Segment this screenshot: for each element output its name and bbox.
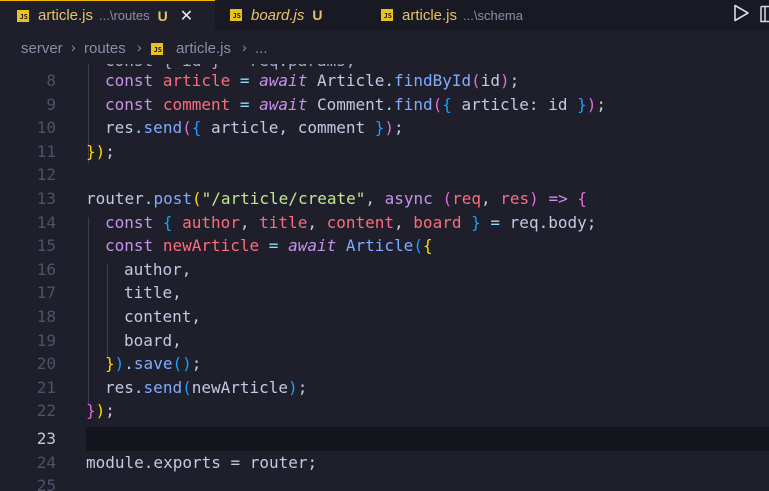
tab-status-untracked: U (312, 7, 323, 23)
tab-status-untracked: U (157, 7, 168, 24)
line-number: 18 (36, 307, 56, 326)
code-line: 24 module.exports = router; (0, 451, 769, 475)
line-number: 11 (36, 141, 56, 161)
tab-article-routes[interactable]: JS article.js ...\routes U ✕ (0, 0, 215, 30)
line-number: 12 (36, 165, 56, 185)
tab-bar: JS article.js ...\routes U ✕ JS board.js… (0, 0, 769, 30)
run-icon[interactable] (733, 4, 750, 22)
code-text: const newArticle = await Article({ (105, 236, 433, 256)
code-line: 21 res.send(newArticle); (0, 376, 769, 400)
breadcrumb-separator: › (71, 39, 76, 55)
code-line: 18 content, (0, 305, 769, 329)
code-line: 11 }); (0, 140, 769, 164)
breadcrumb-separator: › (137, 39, 142, 55)
line-number: 20 (36, 354, 56, 374)
code-text: }).save(); (105, 354, 202, 374)
code-line: 10 res.send({ article, comment }); (0, 116, 769, 140)
breadcrumb-symbol[interactable]: ... (255, 40, 268, 57)
breadcrumb-routes[interactable]: routes (84, 40, 126, 57)
code-line: 22 }); (0, 399, 769, 423)
tab-board[interactable]: JS board.js U (230, 0, 323, 30)
code-text: res.send(newArticle); (105, 377, 308, 397)
line-number: 15 (36, 236, 56, 256)
tab-label: article.js (402, 6, 458, 24)
current-line-highlight: 23 (0, 427, 769, 451)
line-number: 19 (36, 330, 56, 350)
code-text: title, (124, 283, 182, 303)
code-text: res.send({ article, comment }); (105, 118, 404, 138)
code-text: router.post("/article/create", async (re… (86, 189, 587, 208)
code-line: 9 const comment = await Comment.find({ a… (0, 93, 769, 117)
line-number: 21 (36, 377, 56, 397)
line-number: 22 (36, 401, 56, 421)
breadcrumb-file[interactable]: article.js (176, 40, 231, 57)
close-icon[interactable]: ✕ (180, 6, 193, 26)
code-line: 16 author, (0, 258, 769, 282)
split-editor-icon[interactable] (760, 5, 769, 23)
code-line: 13 router.post("/article/create", async … (0, 187, 769, 211)
tab-path: ...\routes (99, 8, 150, 23)
line-highlight (86, 427, 769, 451)
line-number: 17 (36, 283, 56, 303)
javascript-file-icon: JS (230, 9, 242, 21)
tab-path: ...\schema (463, 7, 523, 23)
breadcrumb: server › routes › JS article.js › ... (0, 30, 769, 64)
line-number: 25 (36, 476, 56, 491)
code-line: 19 board, (0, 329, 769, 353)
line-number: 24 (36, 452, 56, 472)
code-text: module.exports = router; (86, 452, 318, 472)
breadcrumb-server[interactable]: server (21, 40, 63, 57)
code-line: 12 (0, 163, 769, 187)
tab-label: article.js (38, 7, 94, 24)
line-number: 14 (36, 212, 56, 232)
javascript-file-icon: JS (151, 39, 172, 56)
code-text: }); (86, 401, 115, 421)
code-text: const { author, title, content, board } … (105, 212, 597, 232)
line-number: 16 (36, 259, 56, 279)
code-text: const comment = await Comment.find({ art… (105, 94, 607, 114)
javascript-file-icon: JS (17, 9, 29, 22)
code-editor[interactable]: const { id } = req.params; 8 const artic… (0, 64, 769, 491)
code-text: board, (124, 330, 182, 350)
code-text: const article = await Article.findById(i… (105, 71, 520, 90)
breadcrumb-separator: › (242, 39, 247, 55)
code-line: 15 const newArticle = await Article({ (0, 234, 769, 258)
line-number: 10 (36, 118, 56, 138)
tab-label: board.js (251, 6, 305, 24)
code-line: 8 const article = await Article.findById… (0, 69, 769, 93)
code-line: 25 (0, 474, 769, 491)
code-line: 17 title, (0, 281, 769, 305)
line-number: 8 (46, 71, 56, 90)
tab-article-schema[interactable]: JS article.js ...\schema (381, 0, 523, 30)
line-number: 9 (46, 94, 56, 114)
line-number: 23 (36, 429, 56, 448)
code-line: 20 }).save(); (0, 352, 769, 376)
code-text: }); (86, 141, 115, 161)
line-number: 13 (36, 189, 56, 208)
code-line: 14 const { author, title, content, board… (0, 211, 769, 235)
javascript-file-icon: JS (381, 9, 393, 21)
code-text: content, (124, 307, 202, 326)
code-text: author, (124, 259, 192, 279)
